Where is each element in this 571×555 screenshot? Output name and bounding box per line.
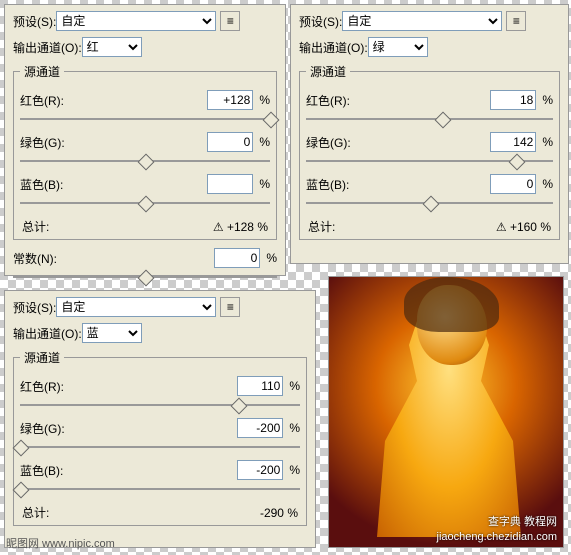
pct: % [289, 379, 300, 393]
total-value: +128 [227, 220, 254, 234]
pct: % [542, 177, 553, 191]
pct: % [542, 93, 553, 107]
b-input[interactable] [237, 460, 283, 480]
source-legend: 源通道 [306, 63, 350, 80]
r-input[interactable] [490, 90, 536, 110]
total-value: -290 % [260, 506, 298, 520]
output-select[interactable]: 绿 [368, 37, 428, 57]
pct: % [289, 463, 300, 477]
pct: % [259, 177, 270, 191]
b-label: 蓝色(B): [20, 462, 80, 479]
menu-icon[interactable]: ≡ [220, 11, 240, 31]
g-label: 绿色(G): [306, 134, 366, 151]
pct: % [266, 251, 277, 265]
g-label: 绿色(G): [20, 134, 80, 151]
total-label: 总计: [22, 504, 49, 521]
g-slider[interactable] [306, 154, 553, 168]
b-slider[interactable] [20, 482, 300, 496]
r-slider[interactable] [306, 112, 553, 126]
r-label: 红色(R): [20, 92, 80, 109]
r-label: 红色(R): [20, 378, 80, 395]
menu-icon[interactable]: ≡ [506, 11, 526, 31]
panel-blue: 预设(S): 自定 ≡ 输出通道(O): 蓝 源通道 红色(R): % 绿色(G… [4, 290, 316, 548]
g-input[interactable] [490, 132, 536, 152]
preset-select[interactable]: 自定 [56, 297, 216, 317]
total-label: 总计: [308, 218, 335, 235]
r-input[interactable] [207, 90, 253, 110]
menu-icon[interactable]: ≡ [220, 297, 240, 317]
output-label: 输出通道(O): [13, 39, 82, 56]
panel-green: 预设(S): 自定 ≡ 输出通道(O): 绿 源通道 红色(R): % 绿色(G… [290, 4, 569, 264]
const-input[interactable] [214, 248, 260, 268]
figure-hair [404, 277, 499, 332]
total-value: +160 [510, 220, 537, 234]
source-legend: 源通道 [20, 63, 64, 80]
b-input[interactable] [490, 174, 536, 194]
pct: % [542, 135, 553, 149]
g-input[interactable] [237, 418, 283, 438]
warning-icon: ⚠ +128 % [213, 220, 268, 234]
b-input[interactable] [207, 174, 253, 194]
g-label: 绿色(G): [20, 420, 80, 437]
output-label: 输出通道(O): [13, 325, 82, 342]
const-label: 常数(N): [13, 250, 73, 267]
preview-image: 查字典 教程网 jiaocheng.chezidian.com [328, 276, 564, 548]
watermark-left: 昵图网 www.nipic.com [6, 535, 115, 551]
g-slider[interactable] [20, 440, 300, 454]
b-label: 蓝色(B): [306, 176, 366, 193]
r-slider[interactable] [20, 398, 300, 412]
source-fieldset: 源通道 红色(R): % 绿色(G): % 蓝色(B): % 总计: ⚠ +12… [13, 63, 277, 240]
watermark-brand: 查字典 教程网 [488, 513, 557, 529]
r-input[interactable] [237, 376, 283, 396]
pct: % [259, 135, 270, 149]
r-label: 红色(R): [306, 92, 366, 109]
output-select[interactable]: 蓝 [82, 323, 142, 343]
b-slider[interactable] [20, 196, 270, 210]
preset-label: 预设(S): [13, 299, 56, 316]
warning-icon: ⚠ +160 % [496, 220, 551, 234]
source-legend: 源通道 [20, 349, 64, 366]
preset-label: 预设(S): [299, 13, 342, 30]
output-label: 输出通道(O): [299, 39, 368, 56]
b-label: 蓝色(B): [20, 176, 80, 193]
g-slider[interactable] [20, 154, 270, 168]
watermark-url: jiaocheng.chezidian.com [437, 531, 557, 543]
pct: % [289, 421, 300, 435]
g-input[interactable] [207, 132, 253, 152]
r-slider[interactable] [20, 112, 270, 126]
panel-red: 预设(S): 自定 ≡ 输出通道(O): 红 源通道 红色(R): % 绿色(G… [4, 4, 286, 276]
total-label: 总计: [22, 218, 49, 235]
preset-select[interactable]: 自定 [56, 11, 216, 31]
source-fieldset: 源通道 红色(R): % 绿色(G): % 蓝色(B): % 总计: -290 … [13, 349, 307, 526]
pct: % [259, 93, 270, 107]
const-slider[interactable] [13, 270, 277, 284]
output-select[interactable]: 红 [82, 37, 142, 57]
b-slider[interactable] [306, 196, 553, 210]
preset-label: 预设(S): [13, 13, 56, 30]
preset-select[interactable]: 自定 [342, 11, 502, 31]
source-fieldset: 源通道 红色(R): % 绿色(G): % 蓝色(B): % 总计: ⚠ +16… [299, 63, 560, 240]
